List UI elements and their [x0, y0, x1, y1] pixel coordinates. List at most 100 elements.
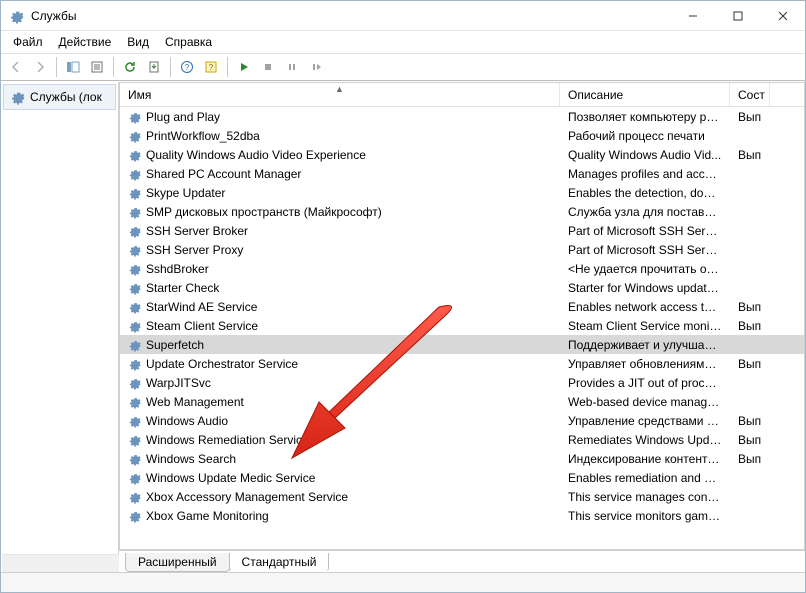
service-name-cell: Windows Update Medic Service [120, 471, 560, 485]
service-name-cell: Windows Search [120, 452, 560, 466]
service-row[interactable]: Plug and PlayПозволяет компьютеру ра...В… [120, 107, 804, 126]
gear-icon [128, 167, 142, 181]
tree-pane[interactable]: Службы (лок [1, 82, 119, 572]
gear-icon [128, 376, 142, 390]
service-rows[interactable]: Plug and PlayПозволяет компьютеру ра...В… [120, 107, 804, 549]
service-row[interactable]: WarpJITSvcProvides a JIT out of process.… [120, 373, 804, 392]
column-headers: Имя ▲ Описание Сост [120, 83, 804, 107]
service-name-cell: SMP дисковых пространств (Майкрософт) [120, 205, 560, 219]
maximize-button[interactable] [715, 1, 760, 31]
column-description[interactable]: Описание [560, 83, 730, 106]
tab-standard-label: Стандартный [242, 555, 317, 569]
service-row[interactable]: Shared PC Account Manager Manages profile… [120, 164, 804, 183]
service-row[interactable]: StarWind AE ServiceEnables network acces… [120, 297, 804, 316]
service-row[interactable]: Update Orchestrator ServiceУправляет обн… [120, 354, 804, 373]
back-button[interactable] [5, 56, 27, 78]
service-state-cell: Вып [730, 452, 770, 466]
service-name-cell: Shared PC Account Manager [120, 167, 560, 181]
separator [56, 57, 57, 77]
service-row[interactable]: Web Management Web-based device manage... [120, 392, 804, 411]
close-button[interactable] [760, 1, 805, 31]
service-row[interactable]: SSH Server ProxyPart of Microsoft SSH Se… [120, 240, 804, 259]
column-name-label: Имя [128, 88, 151, 102]
service-description-label: This service monitors games. [568, 509, 724, 523]
column-state[interactable]: Сост [730, 83, 770, 106]
service-description-cell: Поддерживает и улучшает ... [560, 338, 730, 352]
service-description-cell: Remediates Windows Updat... [560, 433, 730, 447]
service-name-label: SshdBroker [146, 262, 209, 276]
service-row[interactable]: SMP дисковых пространств (Майкрософт)Слу… [120, 202, 804, 221]
help-topics-button[interactable]: ? [200, 56, 222, 78]
gear-icon [128, 433, 142, 447]
service-description-cell: Enables remediation and pr... [560, 471, 730, 485]
service-description-label: Remediates Windows Updat... [568, 433, 729, 447]
tab-standard[interactable]: Стандартный [229, 553, 330, 572]
service-row[interactable]: Windows SearchИндексирование контента,..… [120, 449, 804, 468]
service-row[interactable]: Quality Windows Audio Video Experience Qu… [120, 145, 804, 164]
menu-view[interactable]: Вид [119, 33, 157, 51]
service-state-label: Вып [738, 414, 761, 428]
help-button[interactable]: ? [176, 56, 198, 78]
body: Службы (лок Имя ▲ Описание Сост Plug and… [1, 81, 805, 572]
service-name-cell: Windows Remediation Service [120, 433, 560, 447]
show-hide-tree-button[interactable] [62, 56, 84, 78]
start-service-button[interactable] [233, 56, 255, 78]
service-row[interactable]: Skype UpdaterEnables the detection, down… [120, 183, 804, 202]
service-description-label: Web-based device manage... [568, 395, 724, 409]
service-row[interactable]: Windows Update Medic Service Enables reme… [120, 468, 804, 487]
service-row[interactable]: SSH Server BrokerPart of Microsoft SSH S… [120, 221, 804, 240]
service-state-label: Вып [738, 433, 761, 447]
gear-icon [128, 338, 142, 352]
gear-icon [128, 281, 142, 295]
service-description-cell: Управление средствами ра... [560, 414, 730, 428]
stop-service-button[interactable] [257, 56, 279, 78]
service-row[interactable]: Windows Remediation Service Remediates Wi… [120, 430, 804, 449]
service-name-label: Superfetch [146, 338, 204, 352]
menu-file[interactable]: Файл [5, 33, 51, 51]
menu-action[interactable]: Действие [51, 33, 120, 51]
service-description-label: Управление средствами ра... [568, 414, 730, 428]
properties-button[interactable] [86, 56, 108, 78]
service-state-label: Вып [738, 110, 761, 124]
service-name-label: Web Management [146, 395, 244, 409]
tree-hscroll[interactable] [2, 554, 119, 571]
export-list-button[interactable] [143, 56, 165, 78]
tab-extended[interactable]: Расширенный [125, 553, 230, 572]
forward-button[interactable] [29, 56, 51, 78]
restart-service-button[interactable] [305, 56, 327, 78]
gear-icon [128, 110, 142, 124]
service-row[interactable]: Steam Client Service Steam Client Service… [120, 316, 804, 335]
service-name-label: StarWind AE Service [146, 300, 257, 314]
service-description-cell: Позволяет компьютеру ра... [560, 110, 730, 124]
separator [113, 57, 114, 77]
service-description-label: Quality Windows Audio Vid... [568, 148, 721, 162]
statusbar [1, 572, 805, 592]
minimize-button[interactable] [670, 1, 715, 31]
service-description-cell: Управляет обновлениями ... [560, 357, 730, 371]
service-description-label: Enables remediation and pr... [568, 471, 724, 485]
gear-icon [128, 243, 142, 257]
service-name-label: Windows Update Medic Service [146, 471, 315, 485]
service-name-label: Xbox Game Monitoring [146, 509, 269, 523]
service-row[interactable]: PrintWorkflow_52dbaРабочий процесс печат… [120, 126, 804, 145]
pause-service-button[interactable] [281, 56, 303, 78]
service-description-label: Manages profiles and accou... [568, 167, 728, 181]
column-name[interactable]: Имя ▲ [120, 83, 560, 106]
service-row[interactable]: Xbox Game Monitoring This service monitor… [120, 506, 804, 525]
menu-help[interactable]: Справка [157, 33, 220, 51]
svg-text:?: ? [209, 63, 214, 72]
tree-item-services-local[interactable]: Службы (лок [3, 84, 116, 110]
titlebar[interactable]: Службы [1, 1, 805, 31]
service-row[interactable]: Superfetch Поддерживает и улучшает ... [120, 335, 804, 354]
service-row[interactable]: Windows AudioУправление средствами ра...… [120, 411, 804, 430]
service-name-label: Steam Client Service [146, 319, 258, 333]
gear-icon [128, 300, 142, 314]
service-row[interactable]: SshdBroker<Не удается прочитать оп... [120, 259, 804, 278]
service-name-label: Windows Search [146, 452, 236, 466]
service-row[interactable]: Starter CheckStarter for Windows updates… [120, 278, 804, 297]
refresh-button[interactable] [119, 56, 141, 78]
service-row[interactable]: Xbox Accessory Management ServiceThis se… [120, 487, 804, 506]
service-name-label: Quality Windows Audio Video Experience [146, 148, 366, 162]
service-description-cell: Steam Client Service monito... [560, 319, 730, 333]
service-state-label: Вып [738, 300, 761, 314]
